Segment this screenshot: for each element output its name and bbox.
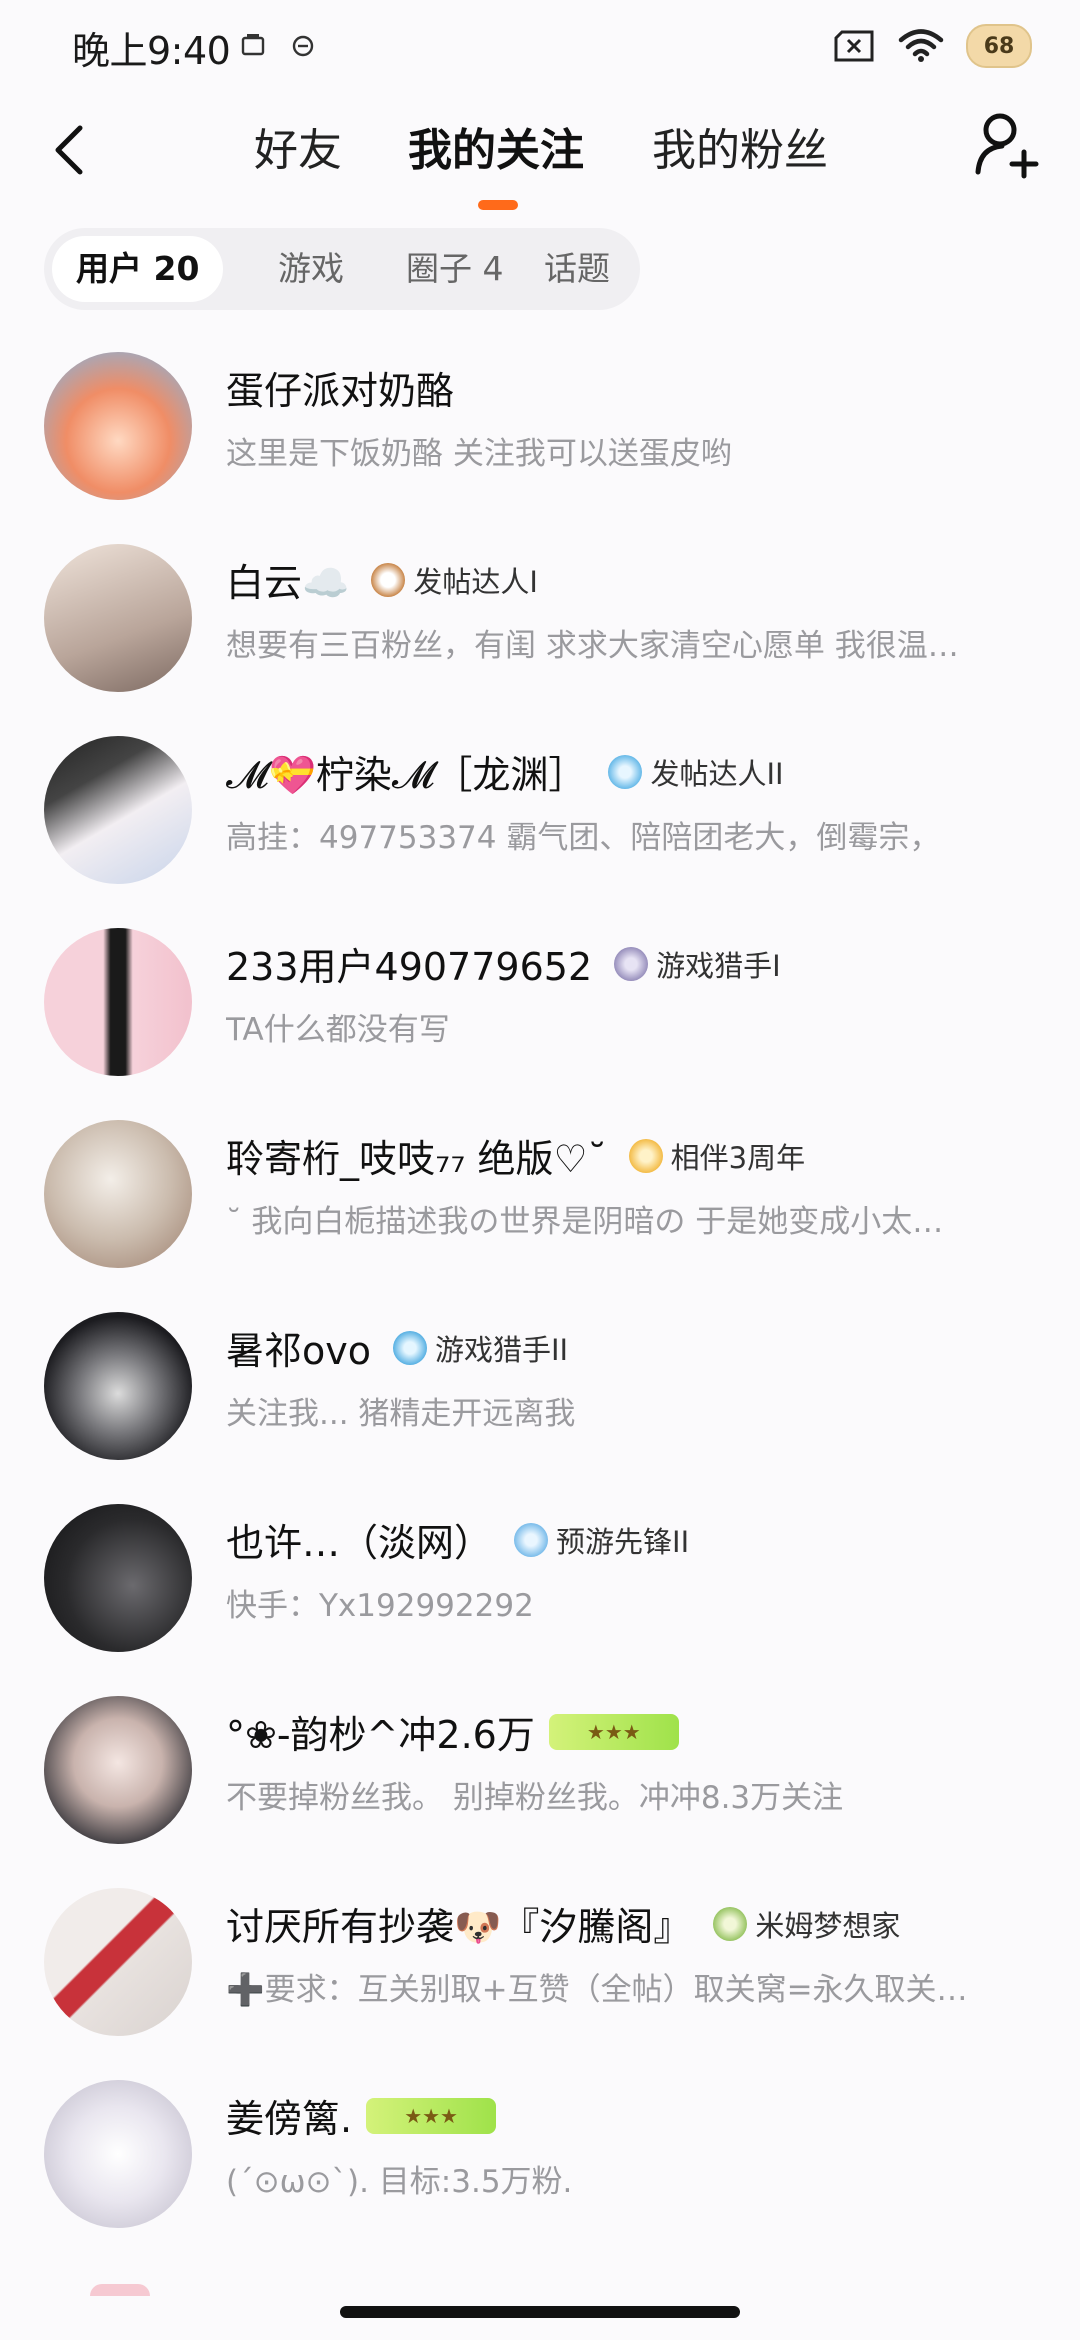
tab-following[interactable]: 我的关注 xyxy=(408,114,584,178)
badge-label: 游戏猎手I xyxy=(656,948,781,983)
badge-label: 游戏猎手II xyxy=(435,1332,569,1367)
user-badge: 游戏猎手I xyxy=(614,943,781,985)
badge-dreamer-icon xyxy=(713,1906,748,1941)
status-time: 晚上9:40 xyxy=(72,29,231,73)
wifi-icon xyxy=(898,29,944,62)
user-name: 白云☁️ xyxy=(226,561,350,605)
user-name: 姜傍篱. xyxy=(226,2097,353,2141)
list-item[interactable]: 聆寄桁_吱吱₇₇ 绝版♡˘ 相伴3周年 ˘ 我向白栀描述我の世界是阴暗の 于是她… xyxy=(0,1098,1080,1290)
badge-dog-icon xyxy=(371,562,406,597)
user-name: 讨厌所有抄袭🐶『汐騰阁』 xyxy=(226,1905,692,1949)
avatar[interactable] xyxy=(44,352,192,500)
avatar[interactable] xyxy=(44,1120,192,1268)
badge-label: 预游先锋II xyxy=(556,1524,690,1559)
list-item[interactable]: 讨厌所有抄袭🐶『汐騰阁』 米姆梦想家 ➕要求：互关别取+互赞（全帖）取关窝=永久… xyxy=(0,1866,1080,2058)
badge-pioneer-icon xyxy=(514,1522,549,1557)
filter-topics[interactable]: 话题 xyxy=(520,236,634,302)
avatar[interactable] xyxy=(44,736,192,884)
badge-hunter-icon xyxy=(393,1330,427,1365)
user-bio: ˘ 我向白栀描述我の世界是阴暗の 于是她变成小太… xyxy=(226,1204,944,1240)
user-badge: 游戏猎手II xyxy=(393,1327,568,1369)
user-bio: (´⊙ω⊙`). 目标:3.5万粉. xyxy=(226,2164,573,2200)
user-badge: 米姆梦想家 xyxy=(713,1903,900,1945)
user-name: °❀-韵杪^冲2.6万 xyxy=(226,1713,535,1757)
user-name: 𝓜💝柠染𝓜［龙渊］ xyxy=(226,753,587,797)
user-bio: ➕要求：互关别取+互赞（全帖）取关窝=永久取关… xyxy=(226,1972,968,2008)
tab-followers[interactable]: 我的粉丝 xyxy=(652,114,828,178)
user-bio: TA什么都没有写 xyxy=(226,1012,450,1048)
avatar[interactable] xyxy=(44,1888,192,2036)
list-item[interactable]: 蛋仔派对奶酪 这里是下饭奶酪 关注我可以送蛋皮哟 xyxy=(0,330,1080,522)
avatar[interactable] xyxy=(44,1504,192,1652)
user-bio: 不要掉粉丝我。 别掉粉丝我。冲冲8.3万关注 xyxy=(226,1780,844,1816)
avatar[interactable] xyxy=(44,544,192,692)
avatar[interactable] xyxy=(44,1696,192,1844)
filter-users[interactable]: 用户 20 xyxy=(52,236,224,302)
filter-circles[interactable]: 圈子 4 xyxy=(382,236,528,302)
notification-icon-2 xyxy=(292,35,314,57)
user-bio: 这里是下饭奶酪 关注我可以送蛋皮哟 xyxy=(226,436,732,472)
list-item[interactable]: 暑祁ovo 游戏猎手II 关注我... 猪精走开远离我 xyxy=(0,1290,1080,1482)
notification-icon xyxy=(241,34,265,56)
user-name: 233用户490779652 xyxy=(226,945,593,989)
avatar[interactable] xyxy=(44,2080,192,2228)
next-avatar-peek xyxy=(90,2284,150,2296)
list-item[interactable]: 也许…（淡网） 预游先锋II 快手：Yx192992292 xyxy=(0,1482,1080,1674)
medal-badge-icon: ★★★ xyxy=(366,2097,497,2134)
avatar[interactable] xyxy=(44,928,192,1076)
home-indicator[interactable] xyxy=(340,2306,740,2318)
badge-label: 发帖达人II xyxy=(650,756,784,791)
battery-indicator: 68 xyxy=(966,24,1032,68)
tab-friends[interactable]: 好友 xyxy=(254,114,342,178)
medal-badge-icon: ★★★ xyxy=(548,1713,679,1750)
filter-games[interactable]: 游戏 xyxy=(254,236,368,302)
list-item[interactable]: 姜傍篱. ★★★ (´⊙ω⊙`). 目标:3.5万粉. xyxy=(0,2058,1080,2250)
user-badge: 发帖达人II xyxy=(608,751,784,793)
user-badge: 发帖达人I xyxy=(371,559,538,601)
badge-label: 米姆梦想家 xyxy=(755,1908,901,1943)
badge-label: 相伴3周年 xyxy=(670,1140,806,1175)
list-item[interactable]: °❀-韵杪^冲2.6万 ★★★ 不要掉粉丝我。 别掉粉丝我。冲冲8.3万关注 xyxy=(0,1674,1080,1866)
badge-anniversary-icon xyxy=(628,1138,663,1173)
list-item[interactable]: 233用户490779652 游戏猎手I TA什么都没有写 xyxy=(0,906,1080,1098)
avatar[interactable] xyxy=(44,1312,192,1460)
badge-label: 发帖达人I xyxy=(413,564,538,599)
user-badge: 相伴3周年 xyxy=(628,1135,806,1177)
user-bio: 想要有三百粉丝，有闺 求求大家清空心愿单 我很温… xyxy=(226,628,959,664)
filter-segment: 用户 20 游戏 圈子 4 话题 xyxy=(44,228,640,310)
header: 好友 我的关注 我的粉丝 xyxy=(0,96,1080,226)
user-bio: 高挂：497753374 霸气团、陪陪团老大，倒霉宗， xyxy=(226,820,941,856)
list-item[interactable]: 𝓜💝柠染𝓜［龙渊］ 发帖达人II 高挂：497753374 霸气团、陪陪团老大，… xyxy=(0,714,1080,906)
badge-gem-icon xyxy=(608,754,643,789)
badge-hunter-icon xyxy=(614,946,649,981)
user-bio: 关注我... 猪精走开远离我 xyxy=(226,1396,576,1432)
user-badge: 预游先锋II xyxy=(514,1519,689,1561)
user-name: 暑祁ovo xyxy=(226,1329,371,1373)
add-friend-icon[interactable] xyxy=(972,108,1044,180)
user-bio: 快手：Yx192992292 xyxy=(226,1588,534,1624)
list-item[interactable]: 白云☁️ 发帖达人I 想要有三百粉丝，有闺 求求大家清空心愿单 我很温… xyxy=(0,522,1080,714)
user-name: 聆寄桁_吱吱₇₇ 绝版♡˘ xyxy=(226,1137,607,1181)
back-arrow-icon[interactable] xyxy=(40,120,100,180)
status-bar: 晚上9:40 68 xyxy=(0,0,1080,96)
user-name: 蛋仔派对奶酪 xyxy=(226,369,455,413)
user-name: 也许…（淡网） xyxy=(226,1521,493,1565)
no-sim-icon xyxy=(834,30,874,62)
active-tab-indicator xyxy=(478,200,518,210)
